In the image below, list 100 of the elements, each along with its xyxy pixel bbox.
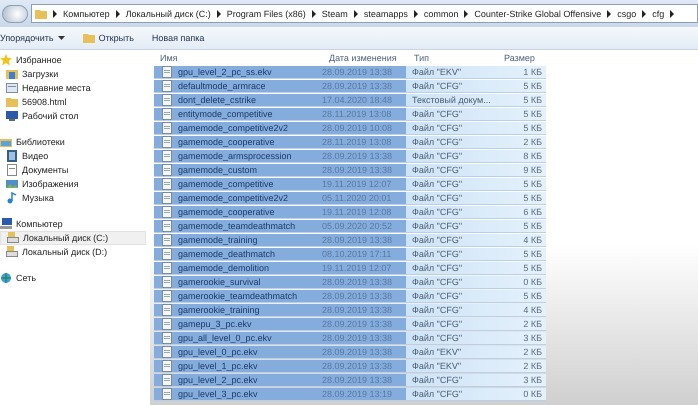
date-cell-text: 28.09.2019 13:38 xyxy=(322,375,394,385)
library-icon xyxy=(0,136,12,148)
file-icon xyxy=(162,164,172,176)
file-row[interactable]: gamemode_competitive2v2 28.09.2019 10:08 Файл "CFG" 5 КБ xyxy=(154,122,546,135)
breadcrumb-item[interactable]: steamapps xyxy=(364,8,408,18)
folder-icon xyxy=(82,32,95,44)
date-cell-text: 05.09.2020 20:52 xyxy=(322,221,394,231)
file-name: gpu_level_3_pc.ekv xyxy=(177,389,259,399)
file-row[interactable]: gamemode_cooperative 19.11.2019 12:08 Файл "CFG" 6 КБ xyxy=(154,206,546,219)
breadcrumb-item[interactable]: cfg xyxy=(652,8,664,18)
file-row[interactable]: gamemode_teamdeathmatch 05.09.2020 20:52 Файл "CFG" 5 КБ xyxy=(154,220,546,233)
sidebar-item[interactable]: Локальный диск (C:) xyxy=(0,231,146,245)
file-row[interactable]: gamemode_custom 28.09.2019 13:38 Файл "CFG" 9 КБ xyxy=(154,164,546,177)
file-row[interactable]: gpu_level_2_pc_ss.ekv 28.09.2019 13:38 Файл "EKV" 1 КБ xyxy=(154,66,546,79)
file-name: gpu_level_0_pc.ekv xyxy=(177,347,259,357)
back-forward-buttons[interactable] xyxy=(2,4,28,22)
size-cell-text: 5 КБ xyxy=(522,109,542,119)
toolbar-button[interactable]: Новая папка xyxy=(152,31,210,45)
file-row[interactable]: gamemode_competitive 19.11.2019 12:07 Файл "CFG" 5 КБ xyxy=(154,178,546,191)
file-row[interactable]: defaultmode_armrace 28.09.2019 13:38 Файл "CFG" 5 КБ xyxy=(154,80,546,93)
sidebar-item[interactable]: Загрузки xyxy=(0,67,146,81)
sidebar-item[interactable]: Документы xyxy=(0,163,146,177)
date-cell-text: 28.09.2019 13:38 xyxy=(322,305,394,315)
address-field[interactable]: Компьютер Локальный диск (C:) Program Files (x86) Steam steamapps common Counter-Strike Global Offensive csgo cfg xyxy=(31,4,698,23)
size-cell-text: 5 КБ xyxy=(522,291,542,301)
sidebar-item[interactable]: Видео xyxy=(0,149,146,163)
date-cell-text: 28.09.2019 10:08 xyxy=(322,123,394,133)
file-row[interactable]: gamemode_training 28.09.2019 13:38 Файл "CFG" 4 КБ xyxy=(154,234,546,247)
breadcrumb-item[interactable]: Локальный диск (C:) xyxy=(126,8,211,18)
file-icon xyxy=(162,122,172,134)
file-row[interactable]: gamemode_demolition 19.11.2019 12:07 Файл "CFG" 5 КБ xyxy=(154,262,546,275)
size-cell-text: 3 КБ xyxy=(522,375,542,385)
toolbar-button[interactable]: Упорядочить xyxy=(0,31,71,45)
file-row[interactable]: gamemode_deathmatch 08.10.2019 17:11 Файл "CFG" 5 КБ xyxy=(154,248,546,261)
breadcrumb-item[interactable]: Steam xyxy=(322,8,348,18)
breadcrumb-item[interactable]: common xyxy=(424,8,458,18)
file-icon xyxy=(162,80,172,92)
sidebar-item[interactable]: Недавние места xyxy=(0,81,146,95)
file-name: gamerookie_teamdeathmatch xyxy=(177,291,298,301)
sidebar-item[interactable]: Изображения xyxy=(0,177,146,191)
window-icon xyxy=(6,82,18,94)
sidebar-group[interactable]: Компьютер xyxy=(0,217,150,231)
file-row[interactable]: entitymode_competitive 28.11.2019 13:08 Файл "CFG" 5 КБ xyxy=(154,108,546,121)
file-row[interactable]: gamerookie_teamdeathmatch 28.09.2019 13:38 Файл "CFG" 5 КБ xyxy=(154,290,546,303)
file-row[interactable]: gamerookie_training 28.09.2019 13:38 Файл "CFG" 4 КБ xyxy=(154,304,546,317)
file-icon xyxy=(162,192,172,204)
column-header[interactable]: Имя xyxy=(150,52,318,62)
type-cell-text: Файл "CFG" xyxy=(411,137,464,147)
file-name: gamemode_training xyxy=(177,235,259,245)
file-row[interactable]: gpu_level_0_pc.ekv 28.09.2019 13:38 Файл "EKV" 2 КБ xyxy=(154,346,546,359)
sidebar-item[interactable]: 56908.html xyxy=(0,95,146,109)
file-name: gamemode_demolition xyxy=(177,263,270,273)
file-row[interactable]: gpu_level_2_pc.ekv 28.09.2019 13:38 Файл "CFG" 3 КБ xyxy=(154,374,546,387)
chevron-right-icon xyxy=(606,10,612,18)
file-icon xyxy=(162,94,172,106)
file-name: gpu_all_level_0_pc.ekv xyxy=(177,333,273,343)
column-header[interactable]: Тип xyxy=(398,52,498,62)
file-row[interactable]: gpu_level_3_pc.ekv 28.09.2019 13:19 Файл "CFG" 0 КБ xyxy=(154,388,546,401)
file-row[interactable]: gamerookie_survival 28.09.2019 13:38 Файл "CFG" 0 КБ xyxy=(154,276,546,289)
sidebar-group[interactable]: Библиотеки xyxy=(0,135,150,149)
column-header[interactable]: Дата изменения xyxy=(318,52,398,62)
breadcrumb-item[interactable]: Program Files (x86) xyxy=(226,8,306,18)
sidebar-group[interactable]: Сеть xyxy=(0,271,150,285)
sidebar-item[interactable]: Музыка xyxy=(0,191,146,205)
file-icon xyxy=(162,318,172,330)
size-cell-text: 2 КБ xyxy=(522,319,542,329)
caret-icon xyxy=(58,36,65,40)
file-name: gpu_level_1_pc.ekv xyxy=(177,361,259,371)
file-icon xyxy=(162,304,172,316)
file-row[interactable]: gamemode_competitive2v2 05.11.2020 20:01 Файл "CFG" 5 КБ xyxy=(154,192,546,205)
file-row[interactable]: gpu_level_1_pc.ekv 28.09.2019 13:38 Файл "EKV" 2 КБ xyxy=(154,360,546,373)
file-icon xyxy=(162,108,172,120)
type-cell-text: Текстовый докум... xyxy=(411,95,492,105)
breadcrumb-item[interactable]: csgo xyxy=(617,8,636,18)
type-cell-text: Файл "CFG" xyxy=(411,235,464,245)
chevron-right-icon xyxy=(216,10,222,18)
file-row[interactable]: gpu_all_level_0_pc.ekv 28.09.2019 13:38 Файл "CFG" 3 КБ xyxy=(154,332,546,345)
breadcrumb-item[interactable]: Counter-Strike Global Offensive xyxy=(474,8,602,18)
type-cell-text: Файл "CFG" xyxy=(411,249,464,259)
column-header[interactable]: Размер xyxy=(498,52,542,62)
file-row[interactable]: gamemode_armsprocession 28.09.2019 13:38 Файл "CFG" 8 КБ xyxy=(154,150,546,163)
file-icon xyxy=(162,150,172,162)
file-name: entitymode_competitive xyxy=(177,109,274,119)
chevron-right-icon xyxy=(463,10,470,18)
file-icon xyxy=(162,374,172,386)
size-cell-text: 4 КБ xyxy=(522,235,542,245)
date-cell-text: 19.11.2019 12:07 xyxy=(322,179,392,189)
breadcrumb-item[interactable]: Компьютер xyxy=(63,8,110,18)
date-cell-text: 17.04.2020 18:48 xyxy=(322,95,394,105)
type-cell-text: Файл "CFG" xyxy=(411,375,464,385)
file-row[interactable]: gamemode_cooperative 28.11.2019 13:08 Файл "CFG" 2 КБ xyxy=(154,136,546,149)
size-cell-text: 5 КБ xyxy=(522,179,542,189)
file-row[interactable]: dont_delete_cstrike 17.04.2020 18:48 Текстовый докум... 5 КБ xyxy=(154,94,546,107)
file-name: gamerookie_training xyxy=(177,305,261,315)
file-row[interactable]: gamepu_3_pc.ekv 28.09.2019 13:38 Файл "CFG" 2 КБ xyxy=(154,318,546,331)
sidebar-group[interactable]: Избранное xyxy=(0,53,150,67)
sidebar-item[interactable]: Рабочий стол xyxy=(0,109,146,123)
toolbar-button[interactable]: Открыть xyxy=(82,30,140,46)
sidebar-item[interactable]: Локальный диск (D:) xyxy=(0,245,146,259)
type-cell-text: Файл "EKV" xyxy=(411,361,462,371)
